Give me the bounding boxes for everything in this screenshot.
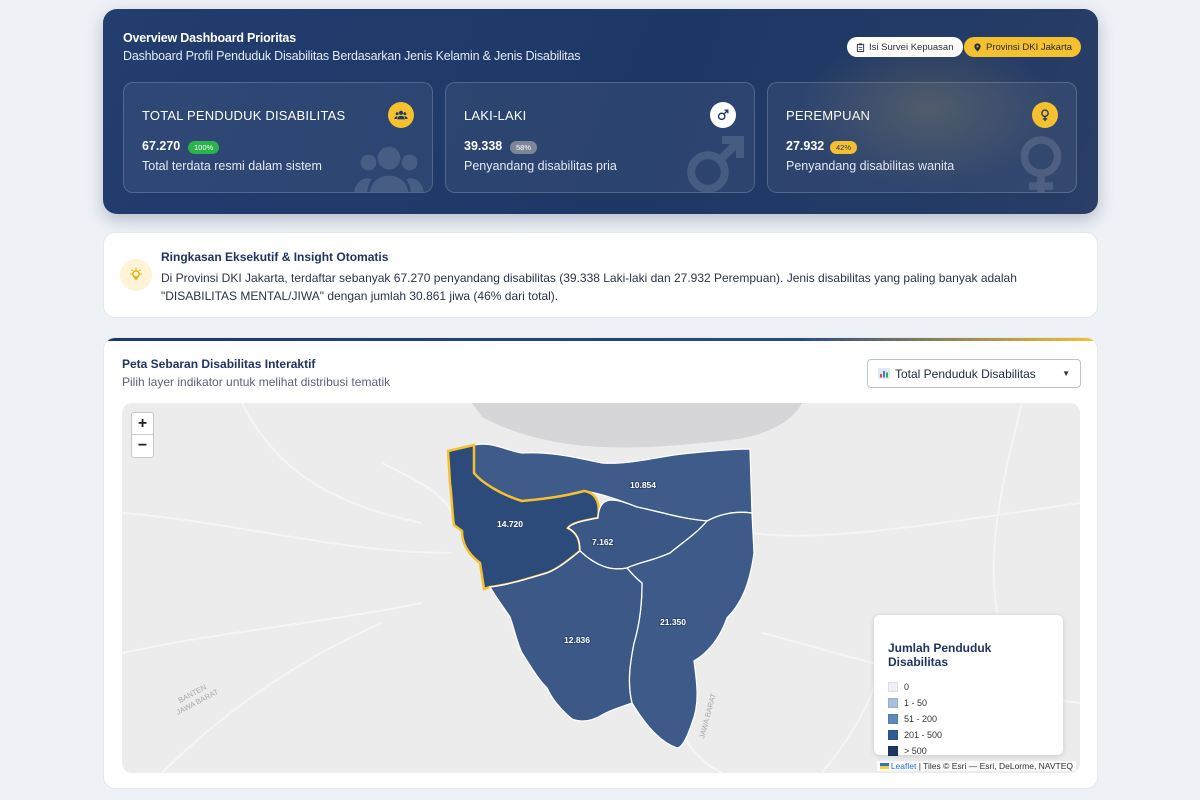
stat-badge: 58% xyxy=(510,141,538,154)
region-value-north: 10.854 xyxy=(630,480,656,490)
stat-badge: 42% xyxy=(830,141,858,154)
male-watermark-icon xyxy=(687,136,744,192)
legend-label: 201 - 500 xyxy=(904,730,943,740)
region-value-east: 21.350 xyxy=(660,617,686,627)
map-legend: Jumlah Penduduk Disabilitas 0 1 - 50 51 … xyxy=(874,615,1063,756)
legend-swatch xyxy=(888,714,898,724)
layer-select[interactable]: Total Penduduk Disabilitas ▼ xyxy=(867,359,1081,388)
dashboard-header: Overview Dashboard Prioritas Dashboard P… xyxy=(103,9,1098,214)
survey-button[interactable]: Isi Survei Kepuasan xyxy=(847,37,963,57)
stat-value: 67.270 xyxy=(142,139,181,153)
legend-label: > 500 xyxy=(904,746,927,756)
legend-swatch xyxy=(888,698,898,708)
users-watermark-icon xyxy=(354,146,424,192)
legend-item: 1 - 50 xyxy=(888,695,1049,711)
legend-item: 0 xyxy=(888,679,1049,695)
chevron-down-icon: ▼ xyxy=(1062,369,1070,378)
legend-swatch xyxy=(888,730,898,740)
legend-item: > 500 xyxy=(888,743,1049,759)
attribution-text: | Tiles © Esri — Esri, DeLorme, NAVTEQ xyxy=(918,761,1073,771)
stat-value: 27.932 xyxy=(786,139,825,153)
legend-title: Jumlah Penduduk Disabilitas xyxy=(888,641,992,669)
sea-area xyxy=(472,403,802,448)
legend-label: 51 - 200 xyxy=(904,714,938,724)
clipboard-icon xyxy=(856,42,865,52)
region-value-central: 7.162 xyxy=(592,537,614,547)
legend-swatch xyxy=(888,746,898,756)
stat-card-male: LAKI-LAKI 39.338 58% Penyandang disabili… xyxy=(445,82,755,193)
survey-button-label: Isi Survei Kepuasan xyxy=(869,41,954,53)
map-pin-icon xyxy=(974,42,981,52)
zoom-in-button[interactable]: + xyxy=(132,413,153,435)
legend-item: 51 - 200 xyxy=(888,711,1049,727)
region-value-south: 12.836 xyxy=(564,635,590,645)
stat-badge: 100% xyxy=(188,141,220,154)
stat-card-total: TOTAL PENDUDUK DISABILITAS 67.270 100% T… xyxy=(123,82,433,193)
page-subtitle: Dashboard Profil Penduduk Disabilitas Be… xyxy=(123,49,581,63)
lightbulb-icon xyxy=(120,259,152,291)
stat-label: PEREMPUAN xyxy=(786,108,871,123)
accent-bar xyxy=(104,338,1097,341)
female-watermark-icon xyxy=(1020,136,1062,192)
bar-chart-icon xyxy=(878,368,890,379)
zoom-control: + − xyxy=(131,412,154,458)
province-button[interactable]: Provinsi DKI Jakarta xyxy=(964,37,1082,57)
legend-label: 1 - 50 xyxy=(904,698,928,708)
basemap-label-jabar-east: JAWA BARAT xyxy=(697,692,718,740)
ukraine-flag-icon xyxy=(879,763,889,769)
stat-value: 39.338 xyxy=(464,139,503,153)
region-value-west: 14.720 xyxy=(497,519,523,529)
insight-text: Di Provinsi DKI Jakarta, terdaftar seban… xyxy=(161,271,1017,303)
stat-description: Penyandang disabilitas wanita xyxy=(786,159,955,173)
legend-label: 0 xyxy=(904,682,910,692)
stat-card-female: PEREMPUAN 27.932 42% Penyandang disabili… xyxy=(767,82,1077,193)
female-icon xyxy=(1032,102,1058,128)
stat-label: LAKI-LAKI xyxy=(464,108,527,123)
insight-card: Ringkasan Eksekutif & Insight Otomatis D… xyxy=(103,232,1098,318)
insight-title: Ringkasan Eksekutif & Insight Otomatis xyxy=(161,250,389,264)
male-icon xyxy=(710,102,736,128)
map-title: Peta Sebaran Disabilitas Interaktif xyxy=(122,357,316,371)
map-attribution: Leaflet | Tiles © Esri — Esri, DeLorme, … xyxy=(876,761,1076,771)
page-title: Overview Dashboard Prioritas xyxy=(123,31,296,45)
legend-item: 201 - 500 xyxy=(888,727,1049,743)
legend-swatch xyxy=(888,682,898,692)
province-button-label: Provinsi DKI Jakarta xyxy=(986,41,1073,53)
stat-description: Penyandang disabilitas pria xyxy=(464,159,617,173)
map-subtitle: Pilih layer indikator untuk melihat dist… xyxy=(122,375,391,389)
map-card: Peta Sebaran Disabilitas Interaktif Pili… xyxy=(103,337,1098,789)
stat-description: Total terdata resmi dalam sistem xyxy=(142,159,322,173)
layer-select-value: Total Penduduk Disabilitas xyxy=(895,366,1036,381)
users-icon xyxy=(388,102,414,128)
leaflet-link[interactable]: Leaflet xyxy=(891,761,917,771)
map-canvas[interactable]: 10.854 14.720 7.162 12.836 21.350 BANTEN… xyxy=(122,403,1080,773)
stat-label: TOTAL PENDUDUK DISABILITAS xyxy=(142,108,346,123)
zoom-out-button[interactable]: − xyxy=(132,435,153,457)
